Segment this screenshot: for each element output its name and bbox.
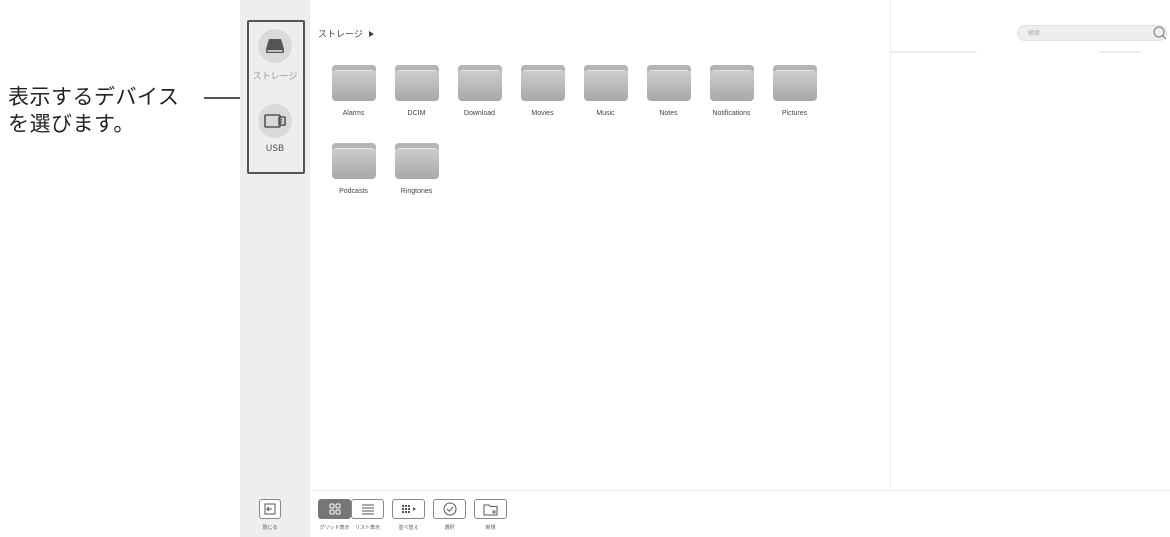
folder-icon <box>394 143 439 179</box>
folder-icon <box>583 65 628 101</box>
list-view-icon <box>351 499 384 519</box>
breadcrumb-storage[interactable]: ストレージ <box>318 27 363 40</box>
callout-line-2: を選びます。 <box>8 112 135 136</box>
folder-icon <box>646 65 691 101</box>
folder-label: Notifications <box>712 110 751 117</box>
folder-label: Ringtones <box>400 188 433 195</box>
pane-divider <box>891 51 1141 53</box>
folder-icon <box>331 143 376 179</box>
sort-label: 並べ替え <box>398 525 419 531</box>
new-folder-button[interactable]: 新規 <box>474 499 507 531</box>
folder-label: Download <box>463 110 496 117</box>
device-storage-label: ストレージ <box>252 72 298 82</box>
sort-icon <box>392 499 425 519</box>
list-view-label: リスト表示 <box>354 525 380 531</box>
caret-right-icon <box>368 30 374 37</box>
sidebar-footer: 閉じる <box>240 491 310 537</box>
folder-item[interactable]: Alarms <box>322 65 385 143</box>
sort-button[interactable]: 並べ替え <box>392 499 425 531</box>
folder-icon <box>331 65 376 101</box>
search-field[interactable]: 検索 <box>1017 25 1167 41</box>
file-browser-main: ストレージ Alarms DCIM Download Movies Music … <box>310 0 890 490</box>
folder-label: Music <box>596 110 615 117</box>
folder-item[interactable]: Podcasts <box>322 143 385 221</box>
device-usb[interactable]: USB <box>240 104 310 154</box>
folder-item[interactable]: Pictures <box>763 65 826 143</box>
folder-label: Movies <box>531 110 554 117</box>
close-button[interactable]: 閉じる <box>259 499 281 531</box>
folder-item[interactable]: Notes <box>637 65 700 143</box>
folder-grid: Alarms DCIM Download Movies Music Notes … <box>322 65 882 221</box>
select-button[interactable]: 選択 <box>433 499 466 531</box>
device-usb-label: USB <box>265 144 285 154</box>
grid-view-icon <box>318 499 351 519</box>
search-icon[interactable] <box>1152 25 1168 45</box>
list-view-button[interactable]: リスト表示 <box>351 499 384 531</box>
folder-icon <box>394 65 439 101</box>
folder-item[interactable]: Music <box>574 65 637 143</box>
annotation-area: 表示するデバイス を選びます。 <box>0 0 248 536</box>
folder-item[interactable]: DCIM <box>385 65 448 143</box>
exit-icon <box>259 499 281 519</box>
callout-text: 表示するデバイス を選びます。 <box>8 84 179 138</box>
select-icon <box>433 499 466 519</box>
usb-icon <box>258 104 292 138</box>
folder-label: Pictures <box>781 110 808 117</box>
breadcrumb: ストレージ <box>318 27 374 40</box>
search-placeholder: 検索 <box>1028 30 1041 37</box>
folder-item[interactable]: Download <box>448 65 511 143</box>
device-sidebar: ストレージ USB <box>240 0 310 536</box>
new-folder-icon <box>474 499 507 519</box>
folder-icon <box>457 65 502 101</box>
select-label: 選択 <box>444 525 455 531</box>
folder-item[interactable]: Movies <box>511 65 574 143</box>
grid-view-button[interactable]: グリッド表示 <box>318 499 351 531</box>
callout-line-1: 表示するデバイス <box>8 85 180 109</box>
bottom-toolbar: 閉じる グリッド表示 リスト表示 並べ替え 選択 新規 <box>240 490 1170 537</box>
drive-icon <box>258 29 292 63</box>
folder-label: Alarms <box>342 110 365 117</box>
folder-icon <box>709 65 754 101</box>
new-folder-label: 新規 <box>485 525 496 531</box>
folder-label: DCIM <box>407 110 426 117</box>
folder-icon <box>520 65 565 101</box>
folder-icon <box>772 65 817 101</box>
folder-item[interactable]: Notifications <box>700 65 763 143</box>
folder-label: Notes <box>659 110 678 117</box>
folder-label: Podcasts <box>339 188 368 195</box>
device-storage[interactable]: ストレージ <box>240 29 310 82</box>
close-label: 閉じる <box>262 525 278 531</box>
details-pane: 検索 <box>890 0 1170 490</box>
grid-view-label: グリッド表示 <box>319 525 350 531</box>
folder-item[interactable]: Ringtones <box>385 143 448 221</box>
